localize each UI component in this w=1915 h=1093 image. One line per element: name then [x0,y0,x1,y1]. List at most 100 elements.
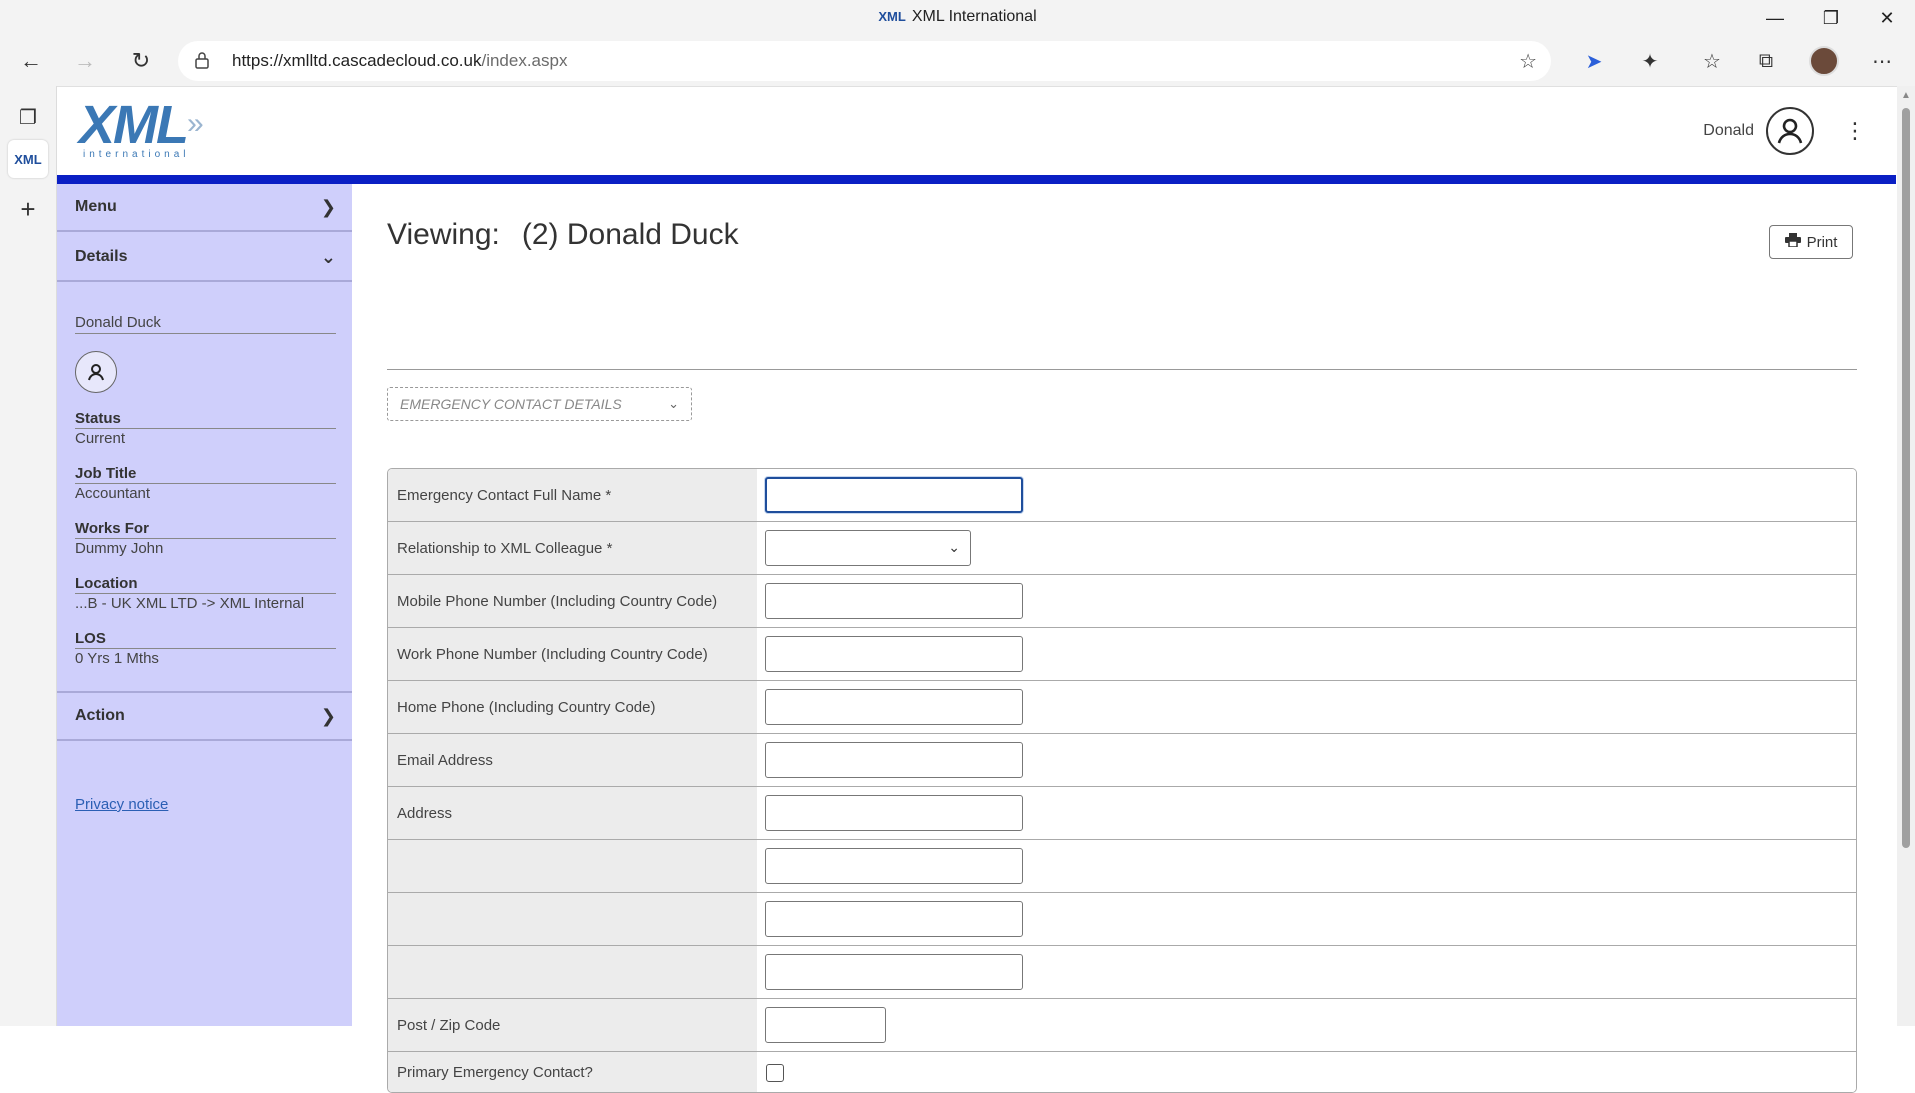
privacy-notice-link[interactable]: Privacy notice [75,796,168,813]
form-row-address-1: Address [388,787,1856,840]
restore-icon[interactable]: ❐ [1803,0,1859,36]
primary-contact-checkbox[interactable] [766,1064,784,1082]
address-label: Address [388,787,757,839]
print-button[interactable]: Print [1769,225,1853,259]
address-line-4-input[interactable] [765,954,1023,990]
page-title: Viewing: (2) Donald Duck [387,218,739,252]
job-title-label: Job Title [75,465,336,484]
tab-xml-international[interactable]: XML [8,140,48,178]
extensions-icon[interactable]: ✦ [1630,44,1670,78]
copilot-icon[interactable]: ➤ [1574,44,1614,78]
sidebar-action-label: Action [75,707,125,724]
vertical-tabs-strip: ❐ XML + [0,86,57,1026]
work-phone-label: Work Phone Number (Including Country Cod… [388,628,757,680]
address-line-2-label [388,840,757,892]
logo-chevrons: » [187,107,204,140]
address-bar-row: ← → ↻ https://xmlltd.cascadecloud.co.uk/… [0,36,1915,87]
sidebar-details[interactable]: Details ⌄ [57,234,352,282]
relationship-label: Relationship to XML Colleague * [388,522,757,574]
status-label: Status [75,410,336,429]
form-row-work-phone: Work Phone Number (Including Country Cod… [388,628,1856,681]
full-name-label: Emergency Contact Full Name * [388,469,757,521]
chevron-right-icon: ❯ [320,705,336,726]
forward-icon: → [74,48,96,73]
employee-name: Donald Duck [75,314,336,334]
address-line-1-input[interactable] [765,795,1023,831]
window-title: XML XML International [0,8,1915,26]
header-divider [57,175,1896,184]
form-row-address-3 [388,893,1856,946]
tab-actions-icon[interactable]: ❐ [8,98,48,136]
form-row-full-name: Emergency Contact Full Name * [388,469,1856,522]
url-field[interactable]: https://xmlltd.cascadecloud.co.uk/index.… [178,41,1551,81]
los-value: 0 Yrs 1 Mths [75,650,159,667]
full-name-input[interactable] [765,477,1023,513]
address-line-3-input[interactable] [765,901,1023,937]
primary-contact-label: Primary Emergency Contact? [388,1052,757,1092]
form-row-email: Email Address [388,734,1856,787]
print-button-label: Print [1806,233,1838,251]
viewing-label: Viewing: [387,218,500,251]
works-for-label: Works For [75,520,336,539]
logo-text: XML [79,95,189,155]
favorites-icon[interactable]: ☆ [1692,44,1732,78]
minimize-icon[interactable]: — [1747,0,1803,36]
home-phone-input[interactable] [765,689,1023,725]
work-phone-input[interactable] [765,636,1023,672]
lock-icon[interactable] [194,51,210,74]
title-divider [387,369,1857,370]
more-options-icon[interactable]: ⋯ [1862,44,1902,78]
sidebar-menu[interactable]: Menu ❯ [57,184,352,232]
employee-avatar-icon [75,351,117,393]
form-row-address-2 [388,840,1856,893]
window-titlebar: XML XML International — ❐ ✕ [0,0,1915,36]
chevron-right-icon: ❯ [320,196,336,217]
email-input[interactable] [765,742,1023,778]
profile-icon[interactable] [1804,44,1844,78]
relationship-select[interactable]: ⌄ [765,530,971,566]
section-dropdown[interactable]: Emergency Contact Details ⌄ [387,387,692,421]
form-row-relationship: Relationship to XML Colleague * ⌄ [388,522,1856,575]
window-title-text: XML International [911,8,1037,25]
home-phone-label: Home Phone (Including Country Code) [388,681,757,733]
user-menu-icon[interactable]: ⋮ [1844,118,1866,144]
site-header: XML» international Donald ⋮ [57,87,1896,175]
scroll-up-icon[interactable]: ▲ [1901,90,1911,101]
collections-icon[interactable]: ⧉ [1746,44,1786,78]
user-area: Donald ⋮ [1703,107,1866,155]
user-name: Donald [1703,122,1754,139]
email-label: Email Address [388,734,757,786]
emergency-contact-form: Emergency Contact Full Name * Relationsh… [387,468,1857,1093]
address-line-2-input[interactable] [765,848,1023,884]
url-host: https://xmlltd.cascadecloud.co.uk [232,51,482,70]
close-icon[interactable]: ✕ [1859,0,1915,36]
add-favorite-icon[interactable]: ☆ [1519,49,1537,74]
mobile-input[interactable] [765,583,1023,619]
sidebar-menu-label: Menu [75,198,117,215]
refresh-icon[interactable]: ↻ [122,44,160,78]
page-scrollbar[interactable]: ▲ [1897,86,1915,1026]
chevron-down-icon: ⌄ [320,246,336,267]
sidebar-action[interactable]: Action ❯ [57,691,352,741]
address-line-3-label [388,893,757,945]
sidebar-details-label: Details [75,248,128,265]
job-title-value: Accountant [75,485,151,502]
url-text: https://xmlltd.cascadecloud.co.uk/index.… [232,51,567,71]
back-icon[interactable]: ← [12,44,50,78]
form-row-primary: Primary Emergency Contact? [388,1052,1856,1092]
address-line-4-label [388,946,757,998]
user-avatar-icon[interactable] [1766,107,1814,155]
status-value: Current [75,430,126,447]
viewing-name: (2) Donald Duck [521,218,739,251]
chevron-down-icon: ⌄ [948,539,960,555]
chevron-down-icon: ⌄ [668,396,679,411]
form-row-address-4 [388,946,1856,999]
xml-logo[interactable]: XML» international [79,98,204,160]
logo-subtext: international [83,149,190,160]
new-tab-icon[interactable]: + [8,190,48,228]
mobile-label: Mobile Phone Number (Including Country C… [388,575,757,627]
sidebar: Menu ❯ Details ⌄ Donald Duck Status Curr… [57,184,352,1026]
location-label: Location [75,575,336,594]
postcode-input[interactable] [765,1007,886,1043]
scrollbar-thumb[interactable] [1902,108,1910,848]
